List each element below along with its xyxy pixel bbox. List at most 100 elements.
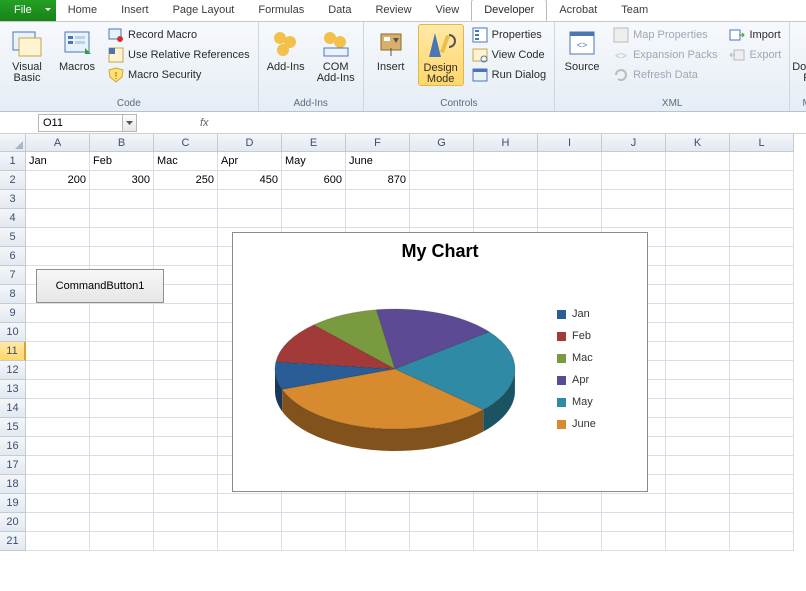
cell[interactable] <box>90 361 154 380</box>
cell[interactable] <box>730 342 794 361</box>
tab-data[interactable]: Data <box>316 0 363 21</box>
cell[interactable] <box>154 399 218 418</box>
document-panel-button[interactable]: Document Panel <box>794 24 806 84</box>
cell[interactable] <box>474 152 538 171</box>
cell[interactable] <box>154 418 218 437</box>
cell[interactable] <box>602 513 666 532</box>
cell[interactable] <box>666 266 730 285</box>
cell[interactable] <box>538 171 602 190</box>
cell[interactable] <box>26 456 90 475</box>
cell[interactable] <box>346 532 410 551</box>
cell[interactable] <box>602 152 666 171</box>
cell[interactable] <box>26 304 90 323</box>
cell[interactable] <box>26 437 90 456</box>
cell[interactable] <box>666 209 730 228</box>
cell[interactable] <box>666 513 730 532</box>
cell[interactable] <box>538 209 602 228</box>
cell[interactable] <box>282 209 346 228</box>
cell[interactable] <box>538 494 602 513</box>
cell[interactable] <box>282 190 346 209</box>
design-mode-button[interactable]: Design Mode <box>418 24 464 86</box>
cell[interactable] <box>666 361 730 380</box>
column-header[interactable]: A <box>26 134 90 152</box>
cell[interactable] <box>538 190 602 209</box>
name-box-dropdown[interactable] <box>123 114 137 132</box>
row-header[interactable]: 5 <box>0 228 26 247</box>
row-header[interactable]: 7 <box>0 266 26 285</box>
row-header[interactable]: 9 <box>0 304 26 323</box>
cell[interactable] <box>666 304 730 323</box>
cell[interactable] <box>154 361 218 380</box>
cell[interactable] <box>730 323 794 342</box>
cell[interactable] <box>730 494 794 513</box>
tab-team[interactable]: Team <box>609 0 660 21</box>
column-header[interactable]: C <box>154 134 218 152</box>
cell[interactable] <box>730 171 794 190</box>
source-button[interactable]: <> Source <box>559 24 605 73</box>
cell[interactable] <box>666 418 730 437</box>
cell[interactable] <box>666 456 730 475</box>
cell[interactable] <box>154 247 218 266</box>
cell[interactable] <box>730 285 794 304</box>
cell[interactable] <box>346 494 410 513</box>
cell[interactable] <box>730 152 794 171</box>
cell[interactable] <box>90 323 154 342</box>
properties-button[interactable]: Properties <box>468 26 550 44</box>
cell[interactable] <box>730 247 794 266</box>
cell[interactable] <box>154 380 218 399</box>
cell[interactable] <box>90 475 154 494</box>
cell[interactable] <box>730 228 794 247</box>
cell[interactable] <box>154 456 218 475</box>
cell[interactable] <box>730 380 794 399</box>
cell[interactable] <box>410 513 474 532</box>
cell[interactable] <box>26 418 90 437</box>
cell[interactable] <box>218 494 282 513</box>
column-header[interactable]: F <box>346 134 410 152</box>
insert-control-button[interactable]: Insert <box>368 24 414 73</box>
cell[interactable] <box>26 475 90 494</box>
cell[interactable] <box>154 304 218 323</box>
cell[interactable] <box>218 532 282 551</box>
cell[interactable] <box>218 190 282 209</box>
cell[interactable] <box>410 209 474 228</box>
cell[interactable] <box>346 513 410 532</box>
cell[interactable] <box>730 513 794 532</box>
column-header[interactable]: H <box>474 134 538 152</box>
cell[interactable] <box>602 494 666 513</box>
cell[interactable] <box>602 532 666 551</box>
cell[interactable] <box>154 342 218 361</box>
addins-button[interactable]: Add-Ins <box>263 24 309 73</box>
cell[interactable] <box>666 342 730 361</box>
row-header[interactable]: 8 <box>0 285 26 304</box>
tab-page-layout[interactable]: Page Layout <box>161 0 247 21</box>
cell[interactable] <box>346 209 410 228</box>
cell[interactable] <box>26 399 90 418</box>
cell[interactable]: 200 <box>26 171 90 190</box>
formula-input[interactable] <box>215 114 615 132</box>
file-tab[interactable]: File <box>0 0 56 21</box>
cell[interactable] <box>282 513 346 532</box>
cell[interactable] <box>90 513 154 532</box>
refresh-data-button[interactable]: Refresh Data <box>609 66 721 84</box>
run-dialog-button[interactable]: Run Dialog <box>468 66 550 84</box>
cell[interactable] <box>282 494 346 513</box>
cell[interactable] <box>410 171 474 190</box>
cell[interactable] <box>730 418 794 437</box>
cell[interactable] <box>666 437 730 456</box>
visual-basic-button[interactable]: Visual Basic <box>4 24 50 84</box>
cell[interactable] <box>154 323 218 342</box>
row-header[interactable]: 14 <box>0 399 26 418</box>
cell[interactable] <box>154 532 218 551</box>
tab-formulas[interactable]: Formulas <box>246 0 316 21</box>
cell[interactable] <box>602 209 666 228</box>
cell[interactable] <box>90 342 154 361</box>
cell[interactable] <box>730 190 794 209</box>
cell[interactable] <box>154 228 218 247</box>
row-header[interactable]: 21 <box>0 532 26 551</box>
cell[interactable] <box>538 532 602 551</box>
column-header[interactable]: G <box>410 134 474 152</box>
cell[interactable] <box>730 456 794 475</box>
cell[interactable]: Mac <box>154 152 218 171</box>
row-header[interactable]: 6 <box>0 247 26 266</box>
cell[interactable]: 600 <box>282 171 346 190</box>
